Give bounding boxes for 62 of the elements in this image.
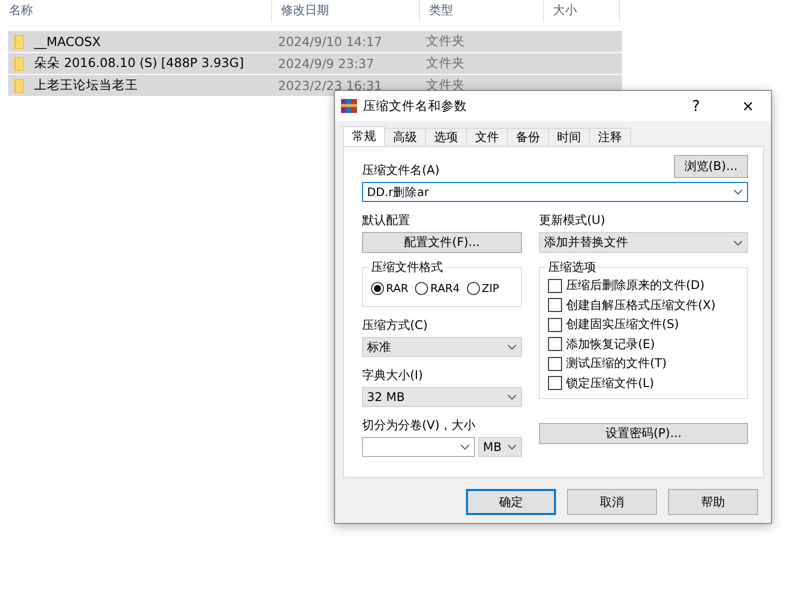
- help-button[interactable]: ?: [673, 91, 719, 121]
- set-password-button[interactable]: 设置密码(P)...: [539, 423, 748, 444]
- update-mode-dropdown[interactable]: 添加并替换文件: [539, 232, 748, 253]
- column-header[interactable]: 名称: [0, 0, 272, 22]
- folder-icon: [14, 34, 24, 48]
- modified-date: 2024/9/9 23:37: [277, 56, 376, 71]
- chevron-down-icon: [733, 189, 743, 195]
- dialog-button[interactable]: 取消: [567, 489, 657, 515]
- option-checkbox[interactable]: 创建自解压格式压缩文件(X): [548, 296, 739, 315]
- field-label: 字典大小(I): [362, 367, 424, 384]
- field-label: 压缩文件名(A): [362, 162, 440, 179]
- dialog-button[interactable]: 帮助: [668, 489, 758, 515]
- close-button[interactable]: ×: [725, 91, 771, 121]
- modified-date: 2023/2/23 16:31: [277, 78, 384, 93]
- group-label: 压缩选项: [546, 259, 598, 276]
- tab[interactable]: 选项: [425, 128, 467, 146]
- option-checkbox[interactable]: 创建固实压缩文件(S): [548, 315, 739, 334]
- folder-row[interactable]: 朵朵 2016.08.10 (S) [488P 3.93G] 2024/9/9 23:37 文件夹: [8, 53, 622, 74]
- tab[interactable]: 时间: [548, 128, 590, 146]
- chevron-down-icon: [507, 344, 517, 350]
- method-dropdown[interactable]: 标准: [362, 337, 522, 357]
- chevron-down-icon: [460, 444, 470, 450]
- browse-button[interactable]: 浏览(B)...: [674, 155, 748, 178]
- unit-dropdown[interactable]: MB: [478, 437, 522, 457]
- books-stack-icon: [341, 98, 357, 114]
- dialog-button[interactable]: 确定: [466, 489, 556, 515]
- folder-icon: [14, 56, 24, 70]
- chevron-down-icon: [507, 394, 517, 400]
- profiles-button[interactable]: 配置文件(F)...: [362, 232, 522, 253]
- field-label: 切分为分卷(V)，大小: [362, 417, 477, 434]
- tab[interactable]: 文件: [466, 128, 508, 146]
- tab[interactable]: 备份: [507, 128, 549, 146]
- tab[interactable]: 常规: [343, 126, 385, 146]
- folder-row[interactable]: __MACOSX 2024/9/10 14:17 文件夹: [8, 31, 622, 52]
- file-type: 文件夹: [425, 33, 466, 50]
- option-checkbox[interactable]: 锁定压缩文件(L): [548, 374, 739, 393]
- window-title: 压缩文件名和参数: [363, 98, 468, 114]
- format-radio[interactable]: ZIP: [466, 282, 500, 295]
- group-label: 压缩文件格式: [369, 259, 445, 276]
- file-type: 文件夹: [425, 55, 466, 72]
- file-name: __MACOSX: [34, 34, 101, 49]
- format-radio[interactable]: RAR4: [415, 282, 460, 295]
- option-checkbox[interactable]: 测试压缩的文件(T): [548, 354, 739, 374]
- file-name: 朵朵 2016.08.10 (S) [488P 3.93G]: [34, 55, 244, 72]
- option-checkbox[interactable]: 添加恢复记录(E): [548, 334, 739, 354]
- dictionary-dropdown[interactable]: 32 MB: [362, 387, 522, 407]
- volume-size-field[interactable]: [362, 437, 475, 457]
- field-label: 更新模式(U): [539, 212, 606, 229]
- file-name: 上老王论坛当老王: [34, 77, 138, 94]
- chevron-down-icon: [733, 240, 743, 246]
- field-label: 默认配置: [362, 212, 411, 229]
- modified-date: 2024/9/10 14:17: [277, 34, 384, 49]
- field-label: 压缩方式(C): [362, 317, 429, 334]
- option-checkbox[interactable]: 压缩后删除原来的文件(D): [548, 276, 739, 296]
- column-header[interactable]: 修改日期: [272, 0, 420, 22]
- format-radio[interactable]: RAR: [371, 282, 408, 295]
- tab[interactable]: 注释: [589, 128, 631, 146]
- column-header[interactable]: 类型: [420, 0, 544, 22]
- chevron-down-icon: [507, 444, 517, 450]
- column-header[interactable]: 大小: [544, 0, 620, 22]
- archive-name-field[interactable]: DD.r删除ar: [362, 182, 748, 202]
- folder-icon: [14, 78, 24, 92]
